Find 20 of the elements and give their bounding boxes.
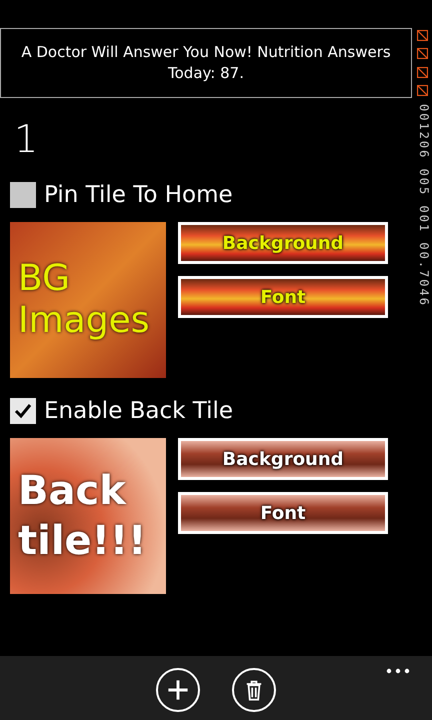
memory-indicator-icon — [416, 66, 428, 78]
memory-indicator-icon — [416, 48, 428, 60]
checkbox[interactable] — [10, 398, 36, 424]
tile-text: Back tile!!! — [18, 467, 148, 566]
checkmark-icon — [13, 401, 33, 421]
delete-button[interactable] — [232, 668, 276, 712]
plus-icon — [166, 678, 190, 702]
checkbox-label[interactable]: Pin Tile To Home — [44, 182, 233, 208]
image-button[interactable]: Background — [178, 438, 388, 480]
ad-banner[interactable]: A Doctor Will Answer You Now! Nutrition Answers Today: 87. — [0, 28, 412, 98]
add-button[interactable] — [156, 668, 200, 712]
checkbox-label[interactable]: Enable Back Tile — [44, 398, 234, 424]
tile-text: BG Images — [18, 258, 151, 342]
page-title: 1 — [14, 116, 38, 162]
image-button[interactable]: Font — [178, 492, 388, 534]
memory-counter: 001206 005 001 00.7046 — [417, 104, 431, 307]
checkbox[interactable] — [10, 182, 36, 208]
memory-indicator-icon — [416, 30, 428, 41]
memory-indicator-icon — [416, 84, 428, 96]
more-icon[interactable] — [386, 668, 410, 674]
